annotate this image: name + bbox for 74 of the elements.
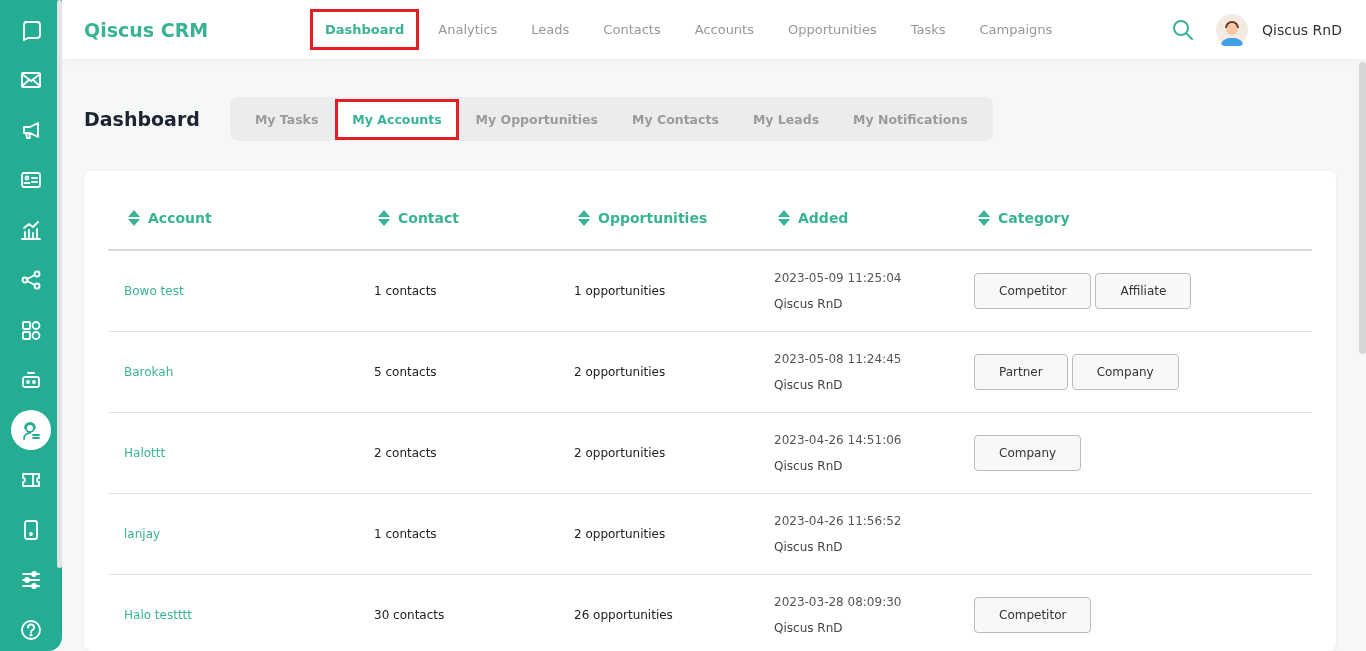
table-cell: 2 opportunities <box>574 365 666 379</box>
column-header[interactable]: Added <box>798 210 849 226</box>
sidebar-item[interactable] <box>11 410 51 450</box>
account-link[interactable]: Halo testttt <box>124 608 193 622</box>
megaphone-icon <box>20 119 42 141</box>
category-tag[interactable]: Competitor <box>974 597 1092 633</box>
added-by: Qiscus RnD <box>774 621 844 635</box>
added-date: 2023-04-26 11:56:52 <box>774 514 903 528</box>
avatar-icon[interactable] <box>1216 13 1249 46</box>
settings-icon <box>20 569 42 591</box>
mail-icon <box>20 69 42 91</box>
column-header[interactable]: Category <box>998 210 1070 226</box>
table-cell: 1 contacts <box>374 527 437 541</box>
column-header[interactable]: Contact <box>398 210 459 226</box>
tab[interactable]: My Notifications <box>836 98 985 140</box>
help-icon <box>20 619 42 641</box>
sort-icon[interactable] <box>378 210 390 226</box>
nav-link[interactable]: Analytics <box>423 9 513 50</box>
robot-icon <box>20 369 42 391</box>
nav-link[interactable]: Opportunities <box>773 9 892 50</box>
account-link[interactable]: Barokah <box>124 365 174 379</box>
added-date: 2023-05-09 11:25:04 <box>774 271 903 285</box>
nav-link[interactable]: Contacts <box>588 9 676 50</box>
table-cell: 26 opportunities <box>574 608 673 622</box>
category-tag[interactable]: Affiliate <box>1095 273 1192 309</box>
nav-link[interactable]: Leads <box>516 9 585 50</box>
category-tag[interactable]: Company <box>974 435 1082 471</box>
tab[interactable]: My Leads <box>735 98 837 140</box>
nav-link[interactable]: Accounts <box>679 9 769 50</box>
added-by: Qiscus RnD <box>774 378 844 392</box>
category-tag[interactable]: Competitor <box>974 273 1092 309</box>
table-cell: 1 contacts <box>374 284 437 298</box>
account-link[interactable]: Bowo test <box>124 284 184 298</box>
bar-chart-icon <box>20 219 42 241</box>
column-header[interactable]: Opportunities <box>598 210 708 226</box>
apps-icon <box>20 319 42 341</box>
sort-icon[interactable] <box>978 210 990 226</box>
table-cell: 2 opportunities <box>574 527 666 541</box>
added-by: Qiscus RnD <box>774 540 844 554</box>
table-cell: 2 contacts <box>374 446 437 460</box>
added-by: Qiscus RnD <box>774 459 844 473</box>
table-cell: 30 contacts <box>374 608 445 622</box>
sort-icon[interactable] <box>578 210 590 226</box>
brand-logo[interactable]: Qiscus CRM <box>84 18 310 41</box>
search-icon[interactable] <box>1172 18 1195 41</box>
scrollbar[interactable] <box>1359 62 1366 354</box>
share-icon <box>20 269 42 291</box>
sort-icon[interactable] <box>128 210 140 226</box>
account-link[interactable]: lanjay <box>124 527 161 541</box>
added-date: 2023-04-26 14:51:06 <box>774 433 903 447</box>
user-name[interactable]: Qiscus RnD <box>1262 21 1342 38</box>
nav-link[interactable]: Dashboard <box>310 9 420 50</box>
added-date: 2023-03-28 08:09:30 <box>774 595 903 609</box>
added-by: Qiscus RnD <box>774 297 844 311</box>
headset-person-icon <box>20 419 42 441</box>
scrollbar[interactable] <box>57 0 62 568</box>
sort-icon[interactable] <box>778 210 790 226</box>
column-header[interactable]: Account <box>148 210 212 226</box>
page-title: Dashboard <box>84 106 200 132</box>
table-cell: 1 opportunities <box>574 284 666 298</box>
tab[interactable]: My Accounts <box>335 98 459 140</box>
nav-link[interactable]: Tasks <box>895 9 961 50</box>
category-tag[interactable]: Partner <box>974 354 1068 390</box>
added-date: 2023-05-08 11:24:45 <box>774 352 903 366</box>
tab[interactable]: My Opportunities <box>458 98 616 140</box>
category-tag[interactable]: Company <box>1071 354 1179 390</box>
table-cell: 2 opportunities <box>574 446 666 460</box>
tab[interactable]: My Tasks <box>237 98 336 140</box>
id-card-icon <box>20 169 42 191</box>
chat-icon <box>20 19 42 41</box>
table-cell: 5 contacts <box>374 365 437 379</box>
account-link[interactable]: Halottt <box>124 446 166 460</box>
nav-link[interactable]: Campaigns <box>964 9 1068 50</box>
tab[interactable]: My Contacts <box>615 98 736 140</box>
